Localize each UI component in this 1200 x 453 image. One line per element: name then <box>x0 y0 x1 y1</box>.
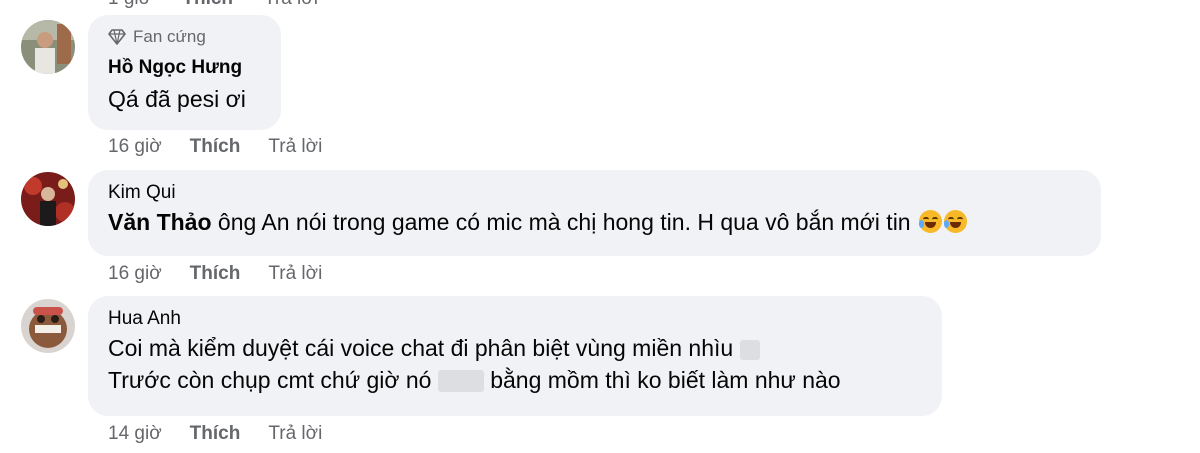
previous-comment-actions: 1 giờ Thích Trả lời <box>108 0 344 10</box>
comment-text: Văn Thảo ông An nói trong game có mic mà… <box>108 206 1081 238</box>
like-button[interactable]: Thích <box>190 136 241 158</box>
comment-text: Coi mà kiểm duyệt cái voice chat đi phân… <box>108 332 922 364</box>
comment-actions: 16 giờ Thích Trả lời <box>108 263 322 285</box>
censored-word <box>437 370 484 392</box>
reply-button[interactable]: Trả lời <box>268 136 322 158</box>
mention-link[interactable]: Văn Thảo <box>108 209 212 235</box>
comment-actions: 16 giờ Thích Trả lời <box>108 136 322 158</box>
comment-line: Coi mà kiểm duyệt cái voice chat đi phân… <box>108 335 734 361</box>
comment-bubble: Hua Anh Coi mà kiểm duyệt cái voice chat… <box>88 296 942 416</box>
comment-body: ông An nói trong game có mic mà chị hong… <box>211 209 917 235</box>
comment-line: Trước còn chụp cmt chứ giờ nó <box>108 367 432 393</box>
comment-text: Trước còn chụp cmt chứ giờ nó bằng mồm t… <box>108 364 922 396</box>
comment-time[interactable]: 16 giờ <box>108 263 162 285</box>
censored-emoji <box>739 340 760 360</box>
comment-author[interactable]: Kim Qui <box>108 180 1081 206</box>
like-button[interactable]: Thích <box>190 423 241 445</box>
avatar[interactable] <box>21 172 75 226</box>
reply-button[interactable]: Trả lời <box>268 263 322 285</box>
comment-time[interactable]: 16 giờ <box>108 136 162 158</box>
comment-bubble: Fan cứng Hồ Ngọc Hưng Qá đã pesi ơi <box>88 15 281 130</box>
reply-button[interactable]: Trả lời <box>268 423 322 445</box>
avatar[interactable] <box>21 20 75 74</box>
comment-actions: 14 giờ Thích Trả lời <box>108 423 322 445</box>
comment-time[interactable]: 14 giờ <box>108 423 162 445</box>
avatar[interactable] <box>21 299 75 353</box>
badge-label: Fan cứng <box>133 27 206 46</box>
reply-button[interactable]: Trả lời <box>264 0 318 9</box>
fan-badge[interactable]: Fan cứng <box>108 25 261 49</box>
comment-text: Qá đã pesi ơi <box>108 86 246 112</box>
laughing-emoji-icon <box>918 210 942 233</box>
diamond-icon <box>108 29 126 45</box>
like-button[interactable]: Thích <box>190 263 241 285</box>
comment-author[interactable]: Hồ Ngọc Hưng <box>108 55 261 81</box>
comment-author[interactable]: Hua Anh <box>108 306 922 332</box>
like-button[interactable]: Thích <box>182 0 233 9</box>
comment-bubble: Kim Qui Văn Thảo ông An nói trong game c… <box>88 170 1101 256</box>
comment-line: bằng mồm thì ko biết làm như nào <box>490 367 841 393</box>
comment-time: 1 giờ <box>108 0 151 9</box>
laughing-emoji-icon <box>943 210 967 233</box>
